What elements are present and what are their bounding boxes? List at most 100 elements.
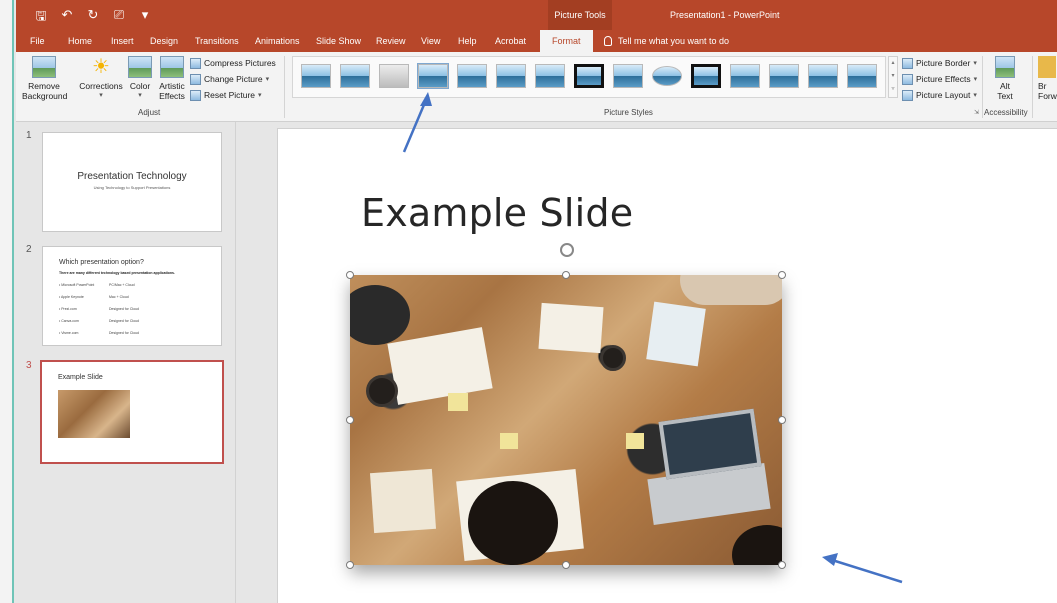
slide-thumbnail-1[interactable]: Presentation Technology Using Technology… [42,132,222,232]
separator [284,56,285,118]
tab-insert[interactable]: Insert [111,30,134,52]
tab-file[interactable]: File [30,30,45,52]
ribbon-tab-bar: File Home Insert Design Transitions Anim… [16,30,1057,52]
picture-style-double-frame[interactable] [535,64,565,88]
picture-style-relaxed-perspective[interactable] [769,64,799,88]
rotate-handle-icon[interactable] [560,243,574,257]
person-arm [680,275,782,305]
separator [982,56,983,118]
notebook [538,302,604,354]
picture-layout-icon [902,89,913,101]
picture-style-simple-frame-black[interactable] [613,64,643,88]
thumbnail-row: • Apple Keynote Mac + Cloud [59,295,129,299]
tell-me-search[interactable]: Tell me what you want to do [604,30,729,52]
picture-style-perspective-shadow[interactable] [847,64,877,88]
sun-icon: ☀ [92,56,110,78]
lightbulb-icon [604,36,612,46]
picture-style-beveled-matte[interactable] [340,64,370,88]
reset-picture-button[interactable]: Reset Picture ▾ [190,88,262,102]
thumbnail-row: • Visme.com Designed for Cloud [59,331,139,335]
selected-picture[interactable] [350,275,782,565]
picture-style-soft-edge[interactable] [496,64,526,88]
thumbnail-title: Presentation Technology [77,171,187,182]
resize-handle-top[interactable] [562,271,570,279]
picture-styles-group-label: Picture Styles [604,108,653,117]
resize-handle-bottom[interactable] [562,561,570,569]
thumbnail-lead-text: There are many different technology base… [59,271,175,275]
picture-style-reflected-rounded[interactable] [457,64,487,88]
tab-transitions[interactable]: Transitions [195,30,239,52]
left-edge-accent [0,0,14,603]
tab-slide-show[interactable]: Slide Show [316,30,361,52]
thumbnail-row: • Microsoft PowerPoint PC/Mac + Cloud [59,283,135,287]
picture-layout-button[interactable]: Picture Layout ▾ [902,88,977,102]
picture-styles-dialog-launcher-icon[interactable]: ⇲ [974,109,979,116]
sticky-note [626,433,644,449]
tab-home[interactable]: Home [68,30,92,52]
picture-style-thick-matte-black[interactable] [574,64,604,88]
redo-icon[interactable]: ↻ [84,7,102,29]
quick-access-toolbar: 🖫 ↶ ↻ ⎚ ▾ [32,7,154,29]
color-icon [128,56,152,78]
slide-thumbnail-3[interactable]: Example Slide [40,360,224,464]
picture-styles-gallery [292,56,886,98]
compress-pictures-button[interactable]: Compress Pictures [190,56,276,70]
resize-handle-top-right[interactable] [778,271,786,279]
alt-text-button[interactable]: Alt Text [988,56,1022,101]
tab-review[interactable]: Review [376,30,406,52]
save-icon[interactable]: 🖫 [32,7,50,29]
person-arm [350,285,410,345]
picture-style-drop-shadow-rectangle[interactable] [417,63,449,89]
resize-handle-right[interactable] [778,416,786,424]
picture-style-center-shadow[interactable] [730,64,760,88]
tab-help[interactable]: Help [458,30,477,52]
change-picture-icon [190,73,201,85]
resize-handle-top-left[interactable] [346,271,354,279]
undo-icon[interactable]: ↶ [58,7,76,29]
change-picture-button[interactable]: Change Picture ▾ [190,72,269,86]
notepad [369,468,437,534]
coffee-cup [600,345,626,371]
coffee-cup [366,375,398,407]
resize-handle-left[interactable] [346,416,354,424]
tab-format[interactable]: Format [540,30,593,52]
picture-style-metal-frame[interactable] [379,64,409,88]
remove-background-button[interactable]: Remove Background [22,56,67,101]
picture-border-button[interactable]: Picture Border ▾ [902,56,977,70]
tab-view[interactable]: View [421,30,440,52]
color-button[interactable]: Color ▾ [126,56,154,101]
bring-forward-button[interactable]: Br Forw [1038,56,1057,101]
slide-thumbnail-pane: 1 Presentation Technology Using Technolo… [16,122,236,603]
resize-handle-bottom-left[interactable] [346,561,354,569]
picture-effects-button[interactable]: Picture Effects ▾ [902,72,977,86]
separator [1032,56,1033,118]
reset-picture-icon [190,89,201,101]
slide-canvas[interactable]: Example Slide [277,128,1057,603]
compress-icon [190,57,201,69]
customize-qat-icon[interactable]: ▾ [136,7,154,29]
corrections-button[interactable]: ☀ Corrections ▾ [78,56,124,101]
slide-thumbnail-2[interactable]: Which presentation option? There are man… [42,246,222,346]
title-bar: 🖫 ↶ ↻ ⎚ ▾ Picture Tools Presentation1 - … [16,0,1057,30]
thumbnail-row: • Canva.com Designed for Cloud [59,319,139,323]
picture-style-metal-rounded[interactable] [691,64,721,88]
tab-design[interactable]: Design [150,30,178,52]
picture-style-simple-frame[interactable] [301,64,331,88]
powerpoint-window: 🖫 ↶ ↻ ⎚ ▾ Picture Tools Presentation1 - … [0,0,1057,603]
tab-acrobat[interactable]: Acrobat [495,30,526,52]
person-head [468,481,558,565]
picture-effects-icon [902,73,913,85]
picture-tools-context-label: Picture Tools [548,0,612,30]
picture-style-rotated-white[interactable] [808,64,838,88]
present-icon[interactable]: ⎚ [110,7,128,29]
picture-style-oval[interactable] [652,66,682,86]
infographic-paper [387,327,493,405]
thumbnail-picture [58,390,130,438]
artistic-effects-button[interactable]: Artistic Effects [156,56,188,101]
tab-animations[interactable]: Animations [255,30,300,52]
slide-title[interactable]: Example Slide [361,191,633,235]
resize-handle-bottom-right[interactable] [778,561,786,569]
artistic-effects-icon [160,56,184,78]
styles-gallery-scroll[interactable]: ▴ ▾ ▿ [888,56,898,98]
tell-me-text: Tell me what you want to do [618,36,730,46]
